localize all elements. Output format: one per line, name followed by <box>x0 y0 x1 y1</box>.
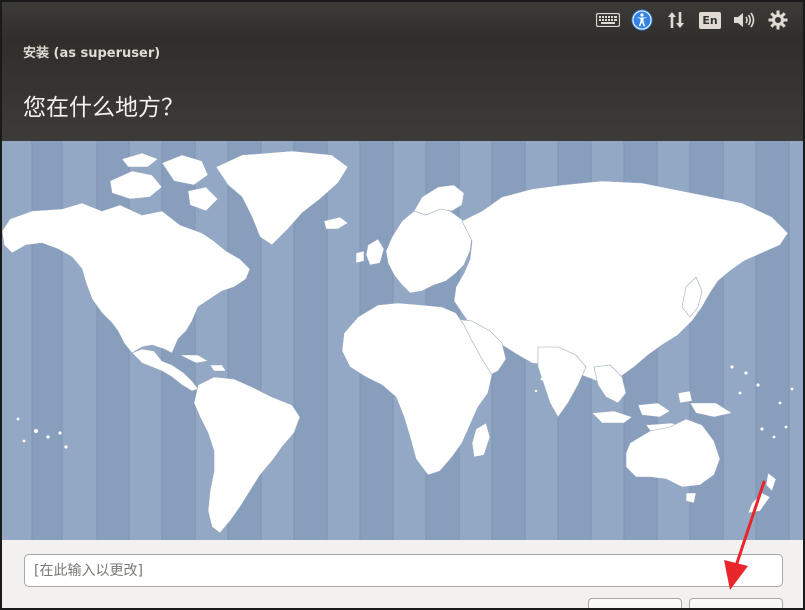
gear-icon[interactable] <box>761 5 795 35</box>
top-panel: En <box>2 2 803 38</box>
volume-icon[interactable] <box>727 5 761 35</box>
page-title: 您在什么地方？ <box>23 95 184 121</box>
network-icon[interactable] <box>659 5 693 35</box>
installer-window: En 安装 (as superuser) 您在什么地方？ [在此输入以更改] <box>0 0 805 610</box>
back-button[interactable] <box>588 598 682 608</box>
timezone-input[interactable] <box>24 554 783 587</box>
continue-button[interactable] <box>689 598 783 608</box>
installer-header: 安装 (as superuser) 您在什么地方？ <box>2 38 803 141</box>
window-title: 安装 (as superuser) <box>23 46 161 61</box>
world-map <box>2 141 794 540</box>
timezone-map[interactable] <box>2 141 803 540</box>
language-indicator[interactable]: En <box>693 5 727 35</box>
timezone-panel <box>2 540 803 608</box>
accessibility-icon[interactable] <box>625 5 659 35</box>
language-icon: En <box>699 11 721 29</box>
keyboard-icon[interactable] <box>591 5 625 35</box>
